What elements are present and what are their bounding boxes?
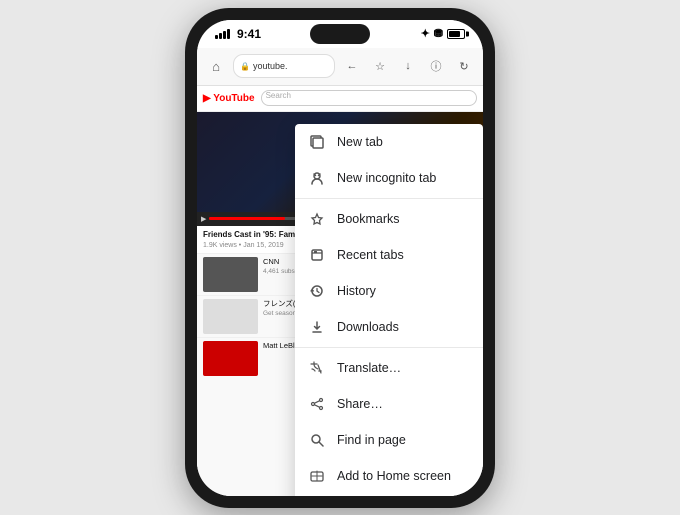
time: 9:41	[237, 27, 261, 41]
signal-bar-1	[215, 35, 218, 39]
history-label: History	[337, 284, 376, 298]
reload-button[interactable]: ↻	[453, 55, 475, 77]
recent-tabs-icon	[309, 247, 325, 263]
home-button[interactable]: ⌂	[205, 55, 227, 77]
menu-item-add-home[interactable]: Add to Home screen	[295, 458, 483, 494]
thumb-small-1	[203, 257, 258, 292]
downloads-icon	[309, 319, 325, 335]
bookmarks-icon	[309, 211, 325, 227]
recent-tabs-label: Recent tabs	[337, 248, 404, 262]
context-menu: New tab New incognito tab	[295, 124, 483, 496]
phone-screen: 9:41 ✦ ⛃ ⌂ 🔒 youtube. ← ☆ ↓	[197, 20, 483, 496]
translate-icon	[309, 360, 325, 376]
signal-bar-3	[223, 31, 226, 39]
bookmarks-label: Bookmarks	[337, 212, 400, 226]
menu-item-translate[interactable]: Translate…	[295, 350, 483, 386]
status-bar: 9:41 ✦ ⛃	[197, 20, 483, 48]
status-left: 9:41	[215, 27, 261, 41]
incognito-icon	[309, 170, 325, 186]
downloads-label: Downloads	[337, 320, 399, 334]
history-icon	[309, 283, 325, 299]
thumb-small-2	[203, 299, 258, 334]
translate-label: Translate…	[337, 361, 401, 375]
url-bar[interactable]: 🔒 youtube.	[233, 54, 335, 78]
download-button[interactable]: ↓	[397, 55, 419, 77]
find-in-page-label: Find in page	[337, 433, 406, 447]
yt-progress-fill	[209, 217, 285, 220]
menu-item-recent-tabs[interactable]: Recent tabs	[295, 237, 483, 273]
menu-item-downloads[interactable]: Downloads	[295, 309, 483, 345]
url-text: youtube.	[253, 61, 288, 71]
phone-frame: 9:41 ✦ ⛃ ⌂ 🔒 youtube. ← ☆ ↓	[185, 8, 495, 508]
back-button[interactable]: ←	[341, 55, 363, 77]
yt-header: ▶ YouTube Search	[197, 86, 483, 112]
menu-item-history[interactable]: History	[295, 273, 483, 309]
new-tab-label: New tab	[337, 135, 383, 149]
info-button[interactable]: ⓘ	[425, 55, 447, 77]
notch	[310, 24, 370, 44]
battery-fill	[449, 31, 460, 37]
lock-icon: 🔒	[240, 62, 250, 71]
bluetooth-icon: ✦	[421, 27, 430, 40]
share-label: Share…	[337, 397, 383, 411]
thumb-small-3	[203, 341, 258, 376]
browser-toolbar: ⌂ 🔒 youtube. ← ☆ ↓ ⓘ ↻	[197, 48, 483, 86]
signal-bar-4	[227, 29, 230, 39]
incognito-label: New incognito tab	[337, 171, 436, 185]
signal-bars	[215, 29, 230, 39]
new-tab-icon	[309, 134, 325, 150]
play-icon: ▶	[201, 215, 206, 223]
signal-bar-2	[219, 33, 222, 39]
battery-icon	[447, 29, 465, 39]
add-home-icon	[309, 468, 325, 484]
find-icon	[309, 432, 325, 448]
add-home-label: Add to Home screen	[337, 469, 451, 483]
menu-item-find-in-page[interactable]: Find in page	[295, 422, 483, 458]
share-icon	[309, 396, 325, 412]
youtube-logo: ▶ YouTube	[203, 93, 255, 104]
menu-item-bookmarks[interactable]: Bookmarks	[295, 201, 483, 237]
bookmark-button[interactable]: ☆	[369, 55, 391, 77]
menu-item-share[interactable]: Share…	[295, 386, 483, 422]
wifi-icon: ⛃	[434, 27, 443, 40]
status-right: ✦ ⛃	[421, 27, 465, 40]
menu-item-incognito[interactable]: New incognito tab	[295, 160, 483, 196]
menu-divider-2	[295, 347, 483, 348]
menu-item-new-tab[interactable]: New tab	[295, 124, 483, 160]
yt-search: Search	[261, 90, 477, 106]
browser-content: ▶ YouTube Search Oprah ▶ 2:30 Frien	[197, 86, 483, 496]
menu-divider-1	[295, 198, 483, 199]
